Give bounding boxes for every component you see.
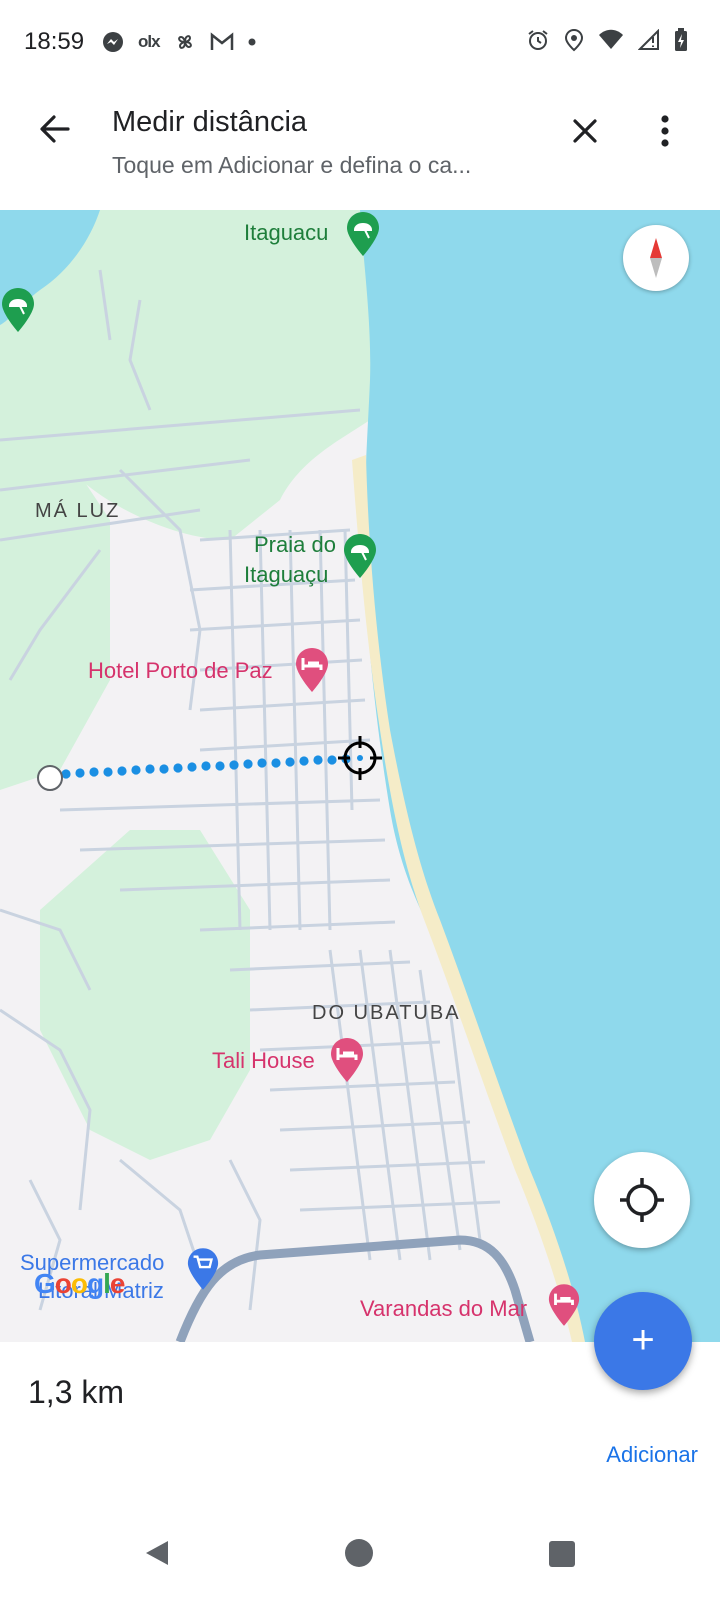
home-circle-icon[interactable] <box>344 1538 374 1568</box>
compass-button[interactable] <box>623 225 689 291</box>
recents-square-icon[interactable] <box>548 1540 576 1568</box>
poi-label-praia-line1[interactable]: Praia do <box>254 532 336 558</box>
beach-umbrella-pin-icon[interactable] <box>345 210 381 258</box>
area-label-do-ubatuba: DO UBATUBA <box>312 1002 461 1024</box>
fan-icon <box>177 35 192 49</box>
back-triangle-icon[interactable] <box>142 1538 172 1568</box>
highway-road <box>175 1235 535 1342</box>
my-location-icon <box>620 1178 664 1222</box>
more-options-button[interactable] <box>640 106 690 156</box>
location-icon <box>564 28 584 52</box>
system-icons <box>526 28 688 52</box>
shopping-cart-pin-icon[interactable] <box>186 1246 220 1292</box>
poi-label-varandas-do-mar[interactable]: Varandas do Mar <box>360 1296 527 1322</box>
plus-icon: + <box>631 1318 655 1362</box>
add-point-link[interactable]: Adicionar <box>606 1442 698 1468</box>
poi-label-hotel-porto-de-paz[interactable]: Hotel Porto de Paz <box>88 658 273 684</box>
system-nav-bar <box>0 1520 720 1600</box>
app-bar: Medir distância Toque em Adicionar e def… <box>0 86 720 210</box>
poi-label-tali-house[interactable]: Tali House <box>212 1048 315 1074</box>
hotel-pin-icon[interactable] <box>329 1036 365 1084</box>
close-button[interactable] <box>560 106 610 156</box>
signal-icon <box>638 29 659 50</box>
alarm-icon <box>528 30 548 50</box>
page-subtitle: Toque em Adicionar e defina o ca... <box>112 152 472 178</box>
dot-icon <box>248 38 256 46</box>
gmail-icon <box>210 32 233 50</box>
page-title: Medir distância <box>112 106 308 138</box>
poi-label-praia-line2[interactable]: Itaguaçu <box>244 562 328 588</box>
poi-label-itaguacu[interactable]: Itaguacu <box>244 220 328 246</box>
wifi-icon <box>599 29 623 49</box>
status-time: 18:59 <box>24 28 85 55</box>
map-view[interactable]: Itaguacu MÁ LUZ Praia do Itaguaçu Hotel … <box>0 210 720 1342</box>
hotel-pin-icon[interactable] <box>547 1282 581 1328</box>
beach-umbrella-pin-icon[interactable] <box>342 532 378 580</box>
park-area <box>40 830 250 1160</box>
back-button[interactable] <box>30 104 80 154</box>
area-label-ma-luz: MÁ LUZ <box>35 500 121 522</box>
close-icon <box>573 119 597 143</box>
hotel-pin-icon[interactable] <box>294 646 330 694</box>
messenger-icon <box>103 32 123 52</box>
beach-umbrella-pin-icon[interactable] <box>0 286 36 334</box>
distance-value: 1,3 km <box>28 1374 125 1410</box>
measurement-path <box>61 754 351 779</box>
add-point-fab[interactable]: + <box>594 1292 692 1390</box>
notification-icons: olx <box>102 30 256 54</box>
olx-icon: olx <box>138 32 161 51</box>
battery-icon <box>675 28 687 51</box>
more-vert-icon <box>661 115 669 147</box>
measure-start-point <box>37 765 63 791</box>
my-location-button[interactable] <box>594 1152 690 1248</box>
status-bar: 18:59 olx <box>0 0 720 86</box>
google-logo: Google <box>34 1268 125 1299</box>
arrow-back-icon <box>40 115 70 143</box>
compass-icon <box>650 238 662 278</box>
